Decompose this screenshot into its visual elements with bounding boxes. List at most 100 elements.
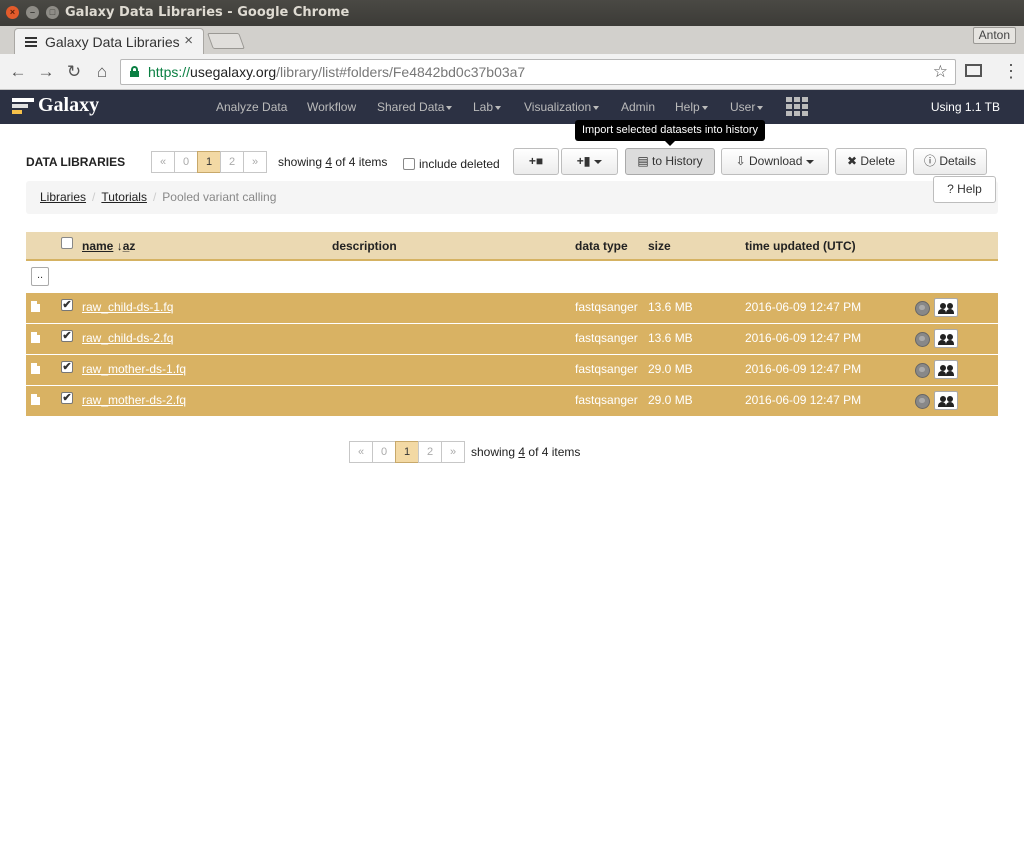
nav-workflow[interactable]: Workflow xyxy=(307,100,356,114)
add-folder-button[interactable]: +■ xyxy=(513,148,559,175)
include-deleted-checkbox[interactable] xyxy=(403,158,415,170)
galaxy-logo-icon xyxy=(12,98,34,116)
pager-page-2[interactable]: 2 xyxy=(418,441,442,463)
details-button[interactable]: ⓘ Details xyxy=(913,148,987,175)
window-close-icon[interactable]: × xyxy=(6,6,19,19)
dataset-name-link[interactable]: raw_mother-ds-1.fq xyxy=(82,362,186,376)
reload-icon[interactable]: ↻ xyxy=(64,62,84,82)
pager-page-0[interactable]: 0 xyxy=(174,151,198,173)
breadcrumb-libraries[interactable]: Libraries xyxy=(40,190,86,204)
showing-count[interactable]: 4 xyxy=(325,155,332,169)
showing-count-top: showing 4 of 4 items xyxy=(278,155,387,169)
pager-prev-button[interactable]: « xyxy=(349,441,373,463)
help-button[interactable]: ? Help xyxy=(933,176,996,203)
file-icon xyxy=(31,394,40,405)
cast-icon[interactable] xyxy=(965,64,982,77)
share-group-button[interactable] xyxy=(934,360,958,379)
breadcrumb: Libraries / Tutorials / Pooled variant calli… xyxy=(26,181,998,214)
help-icon: ? xyxy=(947,182,954,196)
include-deleted[interactable]: include deleted xyxy=(403,157,500,171)
table-row[interactable]: ✔ raw_child-ds-1.fq fastqsanger 13.6 MB … xyxy=(26,292,998,323)
new-tab-button[interactable] xyxy=(207,33,245,49)
add-datasets-button[interactable]: +▮ xyxy=(561,148,618,175)
select-all-checkbox[interactable] xyxy=(61,237,73,249)
breadcrumb-separator: / xyxy=(152,190,157,204)
pagination-bottom: « 0 1 2 » xyxy=(349,441,465,463)
pager-next-button[interactable]: » xyxy=(243,151,267,173)
row-checkbox[interactable]: ✔ xyxy=(61,361,73,373)
dataset-name-link[interactable]: raw_mother-ds-2.fq xyxy=(82,393,186,407)
public-globe-icon xyxy=(915,363,930,378)
showing-prefix: showing xyxy=(278,155,323,169)
nav-lab-label: Lab xyxy=(473,100,494,114)
share-group-button[interactable] xyxy=(934,298,958,317)
parent-folder-button[interactable]: .. xyxy=(31,267,49,286)
forward-icon[interactable]: → xyxy=(36,62,56,82)
table-row[interactable]: ✔ raw_child-ds-2.fq fastqsanger 13.6 MB … xyxy=(26,323,998,354)
share-group-button[interactable] xyxy=(934,391,958,410)
pager-page-1[interactable]: 1 xyxy=(197,151,221,173)
showing-count[interactable]: 4 xyxy=(518,445,525,459)
galaxy-masthead: Galaxy Analyze Data Workflow Shared Data… xyxy=(0,90,1024,124)
pager-page-1[interactable]: 1 xyxy=(395,441,419,463)
file-icon xyxy=(31,363,40,374)
chevron-down-icon xyxy=(446,105,453,110)
breadcrumb-tutorials[interactable]: Tutorials xyxy=(101,190,147,204)
pager-prev-button[interactable]: « xyxy=(151,151,175,173)
public-globe-icon xyxy=(915,332,930,347)
sort-icon[interactable]: ↓a̲z xyxy=(117,239,136,253)
dataset-name-link[interactable]: raw_child-ds-2.fq xyxy=(82,331,173,345)
address-bar[interactable]: https://usegalaxy.org/library/list#folde… xyxy=(120,59,956,85)
file-icon xyxy=(31,301,40,312)
add-dataset-icon: +▮ xyxy=(576,154,591,168)
download-button[interactable]: ⇩ Download xyxy=(721,148,829,175)
browser-tab[interactable]: Galaxy Data Libraries × xyxy=(14,28,204,54)
dataset-type: fastqsanger xyxy=(575,362,638,376)
row-checkbox[interactable]: ✔ xyxy=(61,330,73,342)
tab-close-icon[interactable]: × xyxy=(184,32,193,49)
pager-page-0[interactable]: 0 xyxy=(372,441,396,463)
back-icon[interactable]: ← xyxy=(8,62,28,82)
delete-button[interactable]: ✖ Delete xyxy=(835,148,907,175)
pager-next-button[interactable]: » xyxy=(441,441,465,463)
dataset-time: 2016-06-09 12:47 PM xyxy=(745,393,862,407)
row-checkbox[interactable]: ✔ xyxy=(61,392,73,404)
profile-button[interactable]: Anton xyxy=(972,27,1016,44)
nav-admin[interactable]: Admin xyxy=(621,100,655,114)
tooltip-arrow xyxy=(665,141,675,146)
dataset-name-link[interactable]: raw_child-ds-1.fq xyxy=(82,300,173,314)
download-label: Download xyxy=(749,154,803,168)
chrome-menu-icon[interactable]: ⋮ xyxy=(1002,62,1020,80)
table-row[interactable]: ✔ raw_mother-ds-1.fq fastqsanger 29.0 MB… xyxy=(26,354,998,385)
to-history-button[interactable]: ▤ to History xyxy=(625,148,715,175)
public-globe-icon xyxy=(915,394,930,409)
dataset-size: 29.0 MB xyxy=(648,393,693,407)
nav-visualization-label: Visualization xyxy=(524,100,592,114)
nav-help-label: Help xyxy=(675,100,700,114)
nav-lab[interactable]: Lab xyxy=(473,100,502,114)
delete-icon: ✖ xyxy=(846,154,858,168)
url-text[interactable]: https://usegalaxy.org/library/list#folde… xyxy=(148,64,525,80)
nav-user[interactable]: User xyxy=(730,100,764,114)
dataset-type: fastqsanger xyxy=(575,300,638,314)
scratchbook-grid-icon[interactable] xyxy=(786,97,808,117)
table-row[interactable]: ✔ raw_mother-ds-2.fq fastqsanger 29.0 MB… xyxy=(26,385,998,416)
tab-title: Galaxy Data Libraries xyxy=(45,34,180,50)
share-group-button[interactable] xyxy=(934,329,958,348)
window-maximize-icon[interactable]: □ xyxy=(46,6,59,19)
nav-help[interactable]: Help xyxy=(675,100,708,114)
file-icon xyxy=(31,332,40,343)
dataset-time: 2016-06-09 12:47 PM xyxy=(745,362,862,376)
nav-visualization[interactable]: Visualization xyxy=(524,100,600,114)
row-checkbox[interactable]: ✔ xyxy=(61,299,73,311)
pager-page-2[interactable]: 2 xyxy=(220,151,244,173)
bookmark-star-icon[interactable]: ☆ xyxy=(933,62,948,82)
column-name[interactable]: name ↓a̲z xyxy=(82,239,135,253)
nav-analyze-data[interactable]: Analyze Data xyxy=(216,100,287,114)
nav-shared-data[interactable]: Shared Data xyxy=(377,100,453,114)
window-minimize-icon[interactable]: – xyxy=(26,6,39,19)
column-size: size xyxy=(648,239,671,253)
window-titlebar: × – □ Galaxy Data Libraries - Google Chr… xyxy=(0,0,1024,26)
home-icon[interactable]: ⌂ xyxy=(92,62,112,82)
quota-usage[interactable]: Using 1.1 TB xyxy=(931,100,1000,114)
